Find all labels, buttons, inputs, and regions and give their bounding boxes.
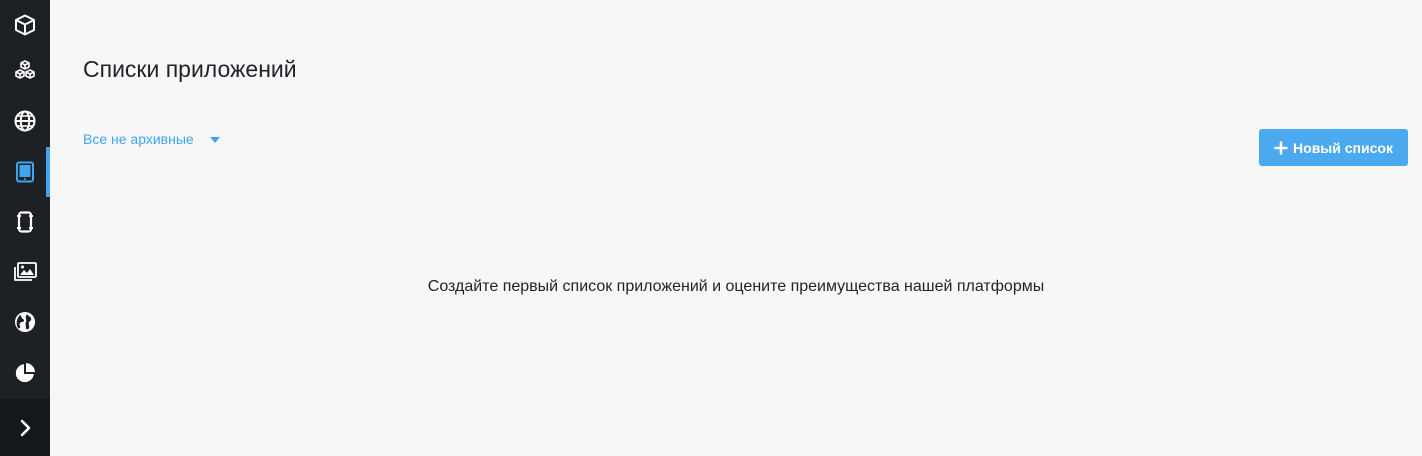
new-list-button[interactable]: Новый список [1259,129,1408,166]
chevron-right-icon [15,418,35,438]
cubes-icon [13,59,37,83]
sidebar-expand-button[interactable] [0,399,50,456]
cube-icon [13,13,37,37]
empty-state-message: Создайте первый список приложений и оцен… [427,278,1045,295]
world-icon [13,310,37,334]
filter-selected-label: Все не архивные [83,131,194,147]
archive-filter-dropdown[interactable]: Все не архивные [83,131,220,147]
main-content: Списки приложений Все не архивные Новый … [50,0,1422,456]
page-title: Списки приложений [83,56,297,82]
new-list-button-label: Новый список [1293,139,1393,156]
notebook-icon [13,210,37,234]
sidebar-item-cube[interactable] [0,0,50,50]
pie-chart-icon [13,361,37,385]
sidebar-item-tablet[interactable] [0,147,50,197]
sidebar-item-notebook[interactable] [0,197,50,247]
plus-icon [1274,140,1288,155]
globe-icon [13,109,37,133]
images-icon [12,260,38,284]
tablet-icon [13,160,37,184]
caret-down-icon [209,136,220,143]
sidebar-item-globe[interactable] [0,96,50,146]
sidebar-item-cubes[interactable] [0,46,50,96]
sidebar-item-images[interactable] [0,247,50,297]
sidebar-item-world[interactable] [0,297,50,347]
sidebar-item-pie-chart[interactable] [0,348,50,398]
sidebar [0,0,50,456]
